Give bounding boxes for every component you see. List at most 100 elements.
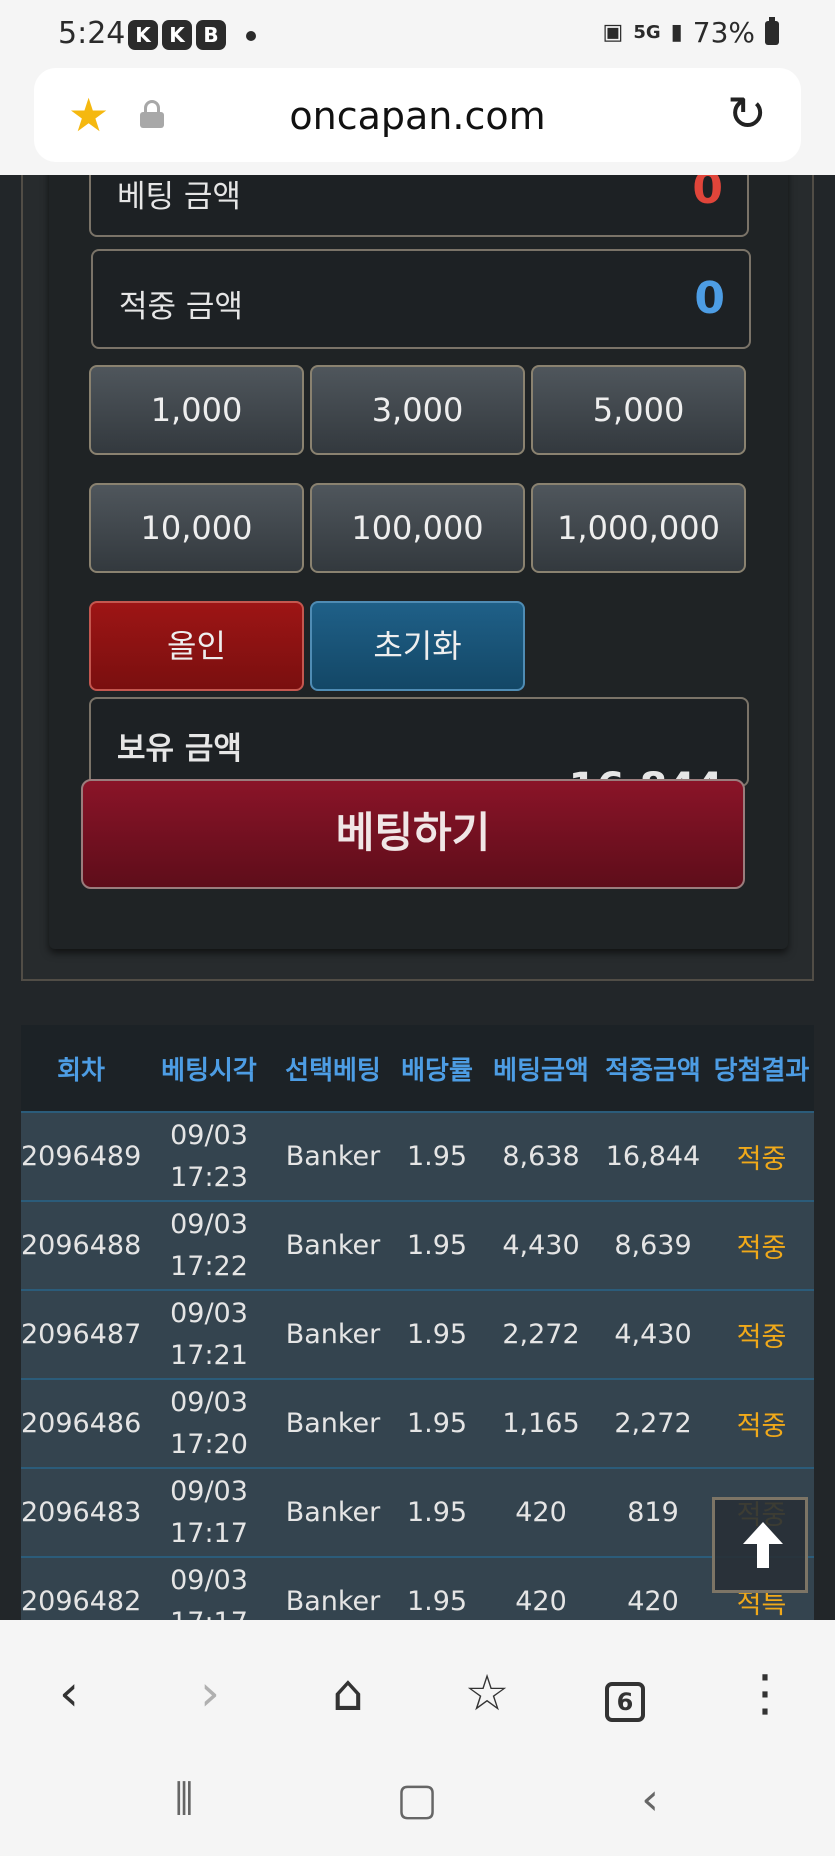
cell-bet-amount: 4,430	[502, 1230, 580, 1261]
cell-result: 적중	[736, 1233, 787, 1264]
header-odds: 배당률	[401, 1055, 473, 1086]
betting-panel-frame: 베팅 금액 0 적중 금액 0 1,000 3,000 5,000 10,000…	[21, 175, 814, 981]
cell-pick: Banker	[285, 1319, 381, 1350]
recent-apps-icon[interactable]: ⦀	[154, 1770, 214, 1830]
cell-pick: Banker	[285, 1230, 381, 1261]
all-in-button[interactable]: 올인	[89, 601, 304, 691]
cell-bet-amount: 420	[515, 1497, 567, 1528]
tabs-icon[interactable]: 6	[590, 1658, 660, 1728]
cell-round: 2096486	[21, 1408, 142, 1439]
cell-odds: 1.95	[406, 1230, 468, 1261]
browser-toolbar: ‹ › ⌂ ☆ 6 ⋮ ⦀ ▢ ‹	[0, 1620, 835, 1856]
chip-1000000-button[interactable]: 1,000,000	[531, 483, 746, 573]
data-saver-icon: ▣	[602, 20, 624, 45]
header-pick: 선택베팅	[285, 1055, 381, 1086]
table-row: 2096487 09/03 17:21 Banker 1.95 2,272 4,4…	[21, 1289, 814, 1378]
cell-pick: Banker	[285, 1141, 381, 1172]
forward-icon[interactable]: ›	[175, 1658, 245, 1728]
scroll-to-top-button[interactable]	[712, 1497, 808, 1593]
table-row: 2096486 09/03 17:20 Banker 1.95 1,165 2,2…	[21, 1378, 814, 1467]
status-indicators: ▣ 5G ▮ 73%	[603, 16, 779, 49]
home-button-icon[interactable]: ▢	[387, 1770, 447, 1830]
cell-odds: 1.95	[406, 1408, 468, 1439]
header-result: 당첨결과	[713, 1055, 810, 1086]
header-bet-time: 베팅시각	[161, 1055, 257, 1086]
reload-icon[interactable]: ↻	[727, 90, 767, 138]
cell-bet-amount: 420	[515, 1586, 567, 1617]
cell-win-amount: 16,844	[605, 1141, 701, 1172]
cell-result: 적중	[736, 1322, 787, 1353]
status-bar: 5:24 K K B ▣ 5G ▮ 73%	[0, 0, 835, 70]
cell-bet-time: 09/0317:17	[170, 1564, 248, 1621]
balance-field: 보유 금액 16,844	[89, 697, 749, 787]
table-row: 2096482 09/0317:17 Banker 1.95 420 420 적…	[21, 1556, 814, 1620]
app-notification-icon: K	[162, 20, 192, 50]
home-icon[interactable]: ⌂	[313, 1658, 383, 1728]
chip-3000-button[interactable]: 3,000	[310, 365, 525, 455]
cell-win-amount: 420	[627, 1586, 679, 1617]
chip-1000-button[interactable]: 1,000	[89, 365, 304, 455]
table-header: 회차 베팅시각 선택베팅 배당률 베팅금액 적중금액 당첨결과	[21, 1025, 814, 1111]
cell-round: 2096489	[21, 1141, 142, 1172]
cell-bet-time: 09/03 17:20	[170, 1386, 248, 1460]
cell-odds: 1.95	[406, 1586, 468, 1617]
win-amount-field: 적중 금액 0	[91, 249, 751, 349]
cell-bet-amount: 8,638	[502, 1141, 580, 1172]
cell-odds: 1.95	[406, 1497, 468, 1528]
cell-round: 2096482	[21, 1586, 142, 1617]
bet-amount-value: 0	[692, 175, 723, 214]
reset-button[interactable]: 초기화	[310, 601, 525, 691]
cell-result: 적중	[736, 1144, 787, 1175]
header-round: 회차	[57, 1055, 105, 1086]
cell-round: 2096483	[21, 1497, 142, 1528]
cell-win-amount: 4,430	[614, 1319, 692, 1350]
cell-odds: 1.95	[406, 1319, 468, 1350]
bet-amount-label: 베팅 금액	[117, 179, 241, 215]
arrow-up-icon	[743, 1522, 783, 1572]
cell-round: 2096488	[21, 1230, 142, 1261]
balance-label: 보유 금액	[117, 731, 242, 767]
back-icon[interactable]: ‹	[34, 1658, 104, 1728]
bet-history-table: 회차 베팅시각 선택베팅 배당률 베팅금액 적중금액 당첨결과 2096489 …	[21, 1025, 814, 1620]
cell-pick: Banker	[285, 1408, 381, 1439]
status-time: 5:24	[58, 16, 126, 51]
system-back-icon[interactable]: ‹	[620, 1770, 680, 1830]
chip-10000-button[interactable]: 10,000	[89, 483, 304, 573]
cell-odds: 1.95	[406, 1141, 468, 1172]
app-notification-icon: B	[196, 20, 226, 50]
bookmarks-icon[interactable]: ☆	[452, 1658, 522, 1728]
win-amount-value: 0	[694, 273, 725, 324]
cell-result: 적중	[736, 1411, 787, 1442]
betting-panel: 베팅 금액 0 적중 금액 0 1,000 3,000 5,000 10,000…	[49, 175, 788, 949]
network-type-icon: 5G	[633, 22, 661, 43]
header-win-amount: 적중금액	[605, 1055, 701, 1086]
header-bet-amount: 베팅금액	[493, 1055, 589, 1086]
cell-win-amount: 8,639	[614, 1230, 692, 1261]
win-amount-label: 적중 금액	[119, 289, 243, 325]
table-row: 2096483 09/0317:17 Banker 1.95 420 819 적…	[21, 1467, 814, 1556]
cell-win-amount: 819	[627, 1497, 679, 1528]
place-bet-button[interactable]: 베팅하기	[81, 779, 745, 889]
cell-round: 2096487	[21, 1319, 142, 1350]
cell-bet-amount: 1,165	[502, 1408, 580, 1439]
more-notifications-icon	[246, 31, 256, 41]
table-row: 2096489 09/03 17:23 Banker 1.95 8,638 16,…	[21, 1111, 814, 1200]
chip-5000-button[interactable]: 5,000	[531, 365, 746, 455]
cell-pick: Banker	[285, 1497, 381, 1528]
cell-pick: Banker	[285, 1586, 381, 1617]
battery-icon	[765, 16, 779, 45]
cell-bet-time: 09/03 17:21	[170, 1297, 248, 1371]
cell-bet-time: 09/03 17:22	[170, 1208, 248, 1282]
cell-bet-time: 09/0317:17	[170, 1475, 248, 1549]
signal-icon: ▮	[670, 20, 683, 45]
cell-win-amount: 2,272	[614, 1408, 692, 1439]
table-row: 2096488 09/03 17:22 Banker 1.95 4,430 8,6…	[21, 1200, 814, 1289]
bet-amount-field: 베팅 금액 0	[89, 175, 749, 237]
menu-icon[interactable]: ⋮	[730, 1658, 800, 1728]
cell-bet-amount: 2,272	[502, 1319, 580, 1350]
cell-bet-time: 09/03 17:23	[170, 1119, 248, 1193]
address-bar[interactable]: ★ oncapan.com ↻	[34, 68, 801, 162]
url-text[interactable]: oncapan.com	[34, 94, 801, 138]
chip-100000-button[interactable]: 100,000	[310, 483, 525, 573]
app-notification-icon: K	[128, 20, 158, 50]
